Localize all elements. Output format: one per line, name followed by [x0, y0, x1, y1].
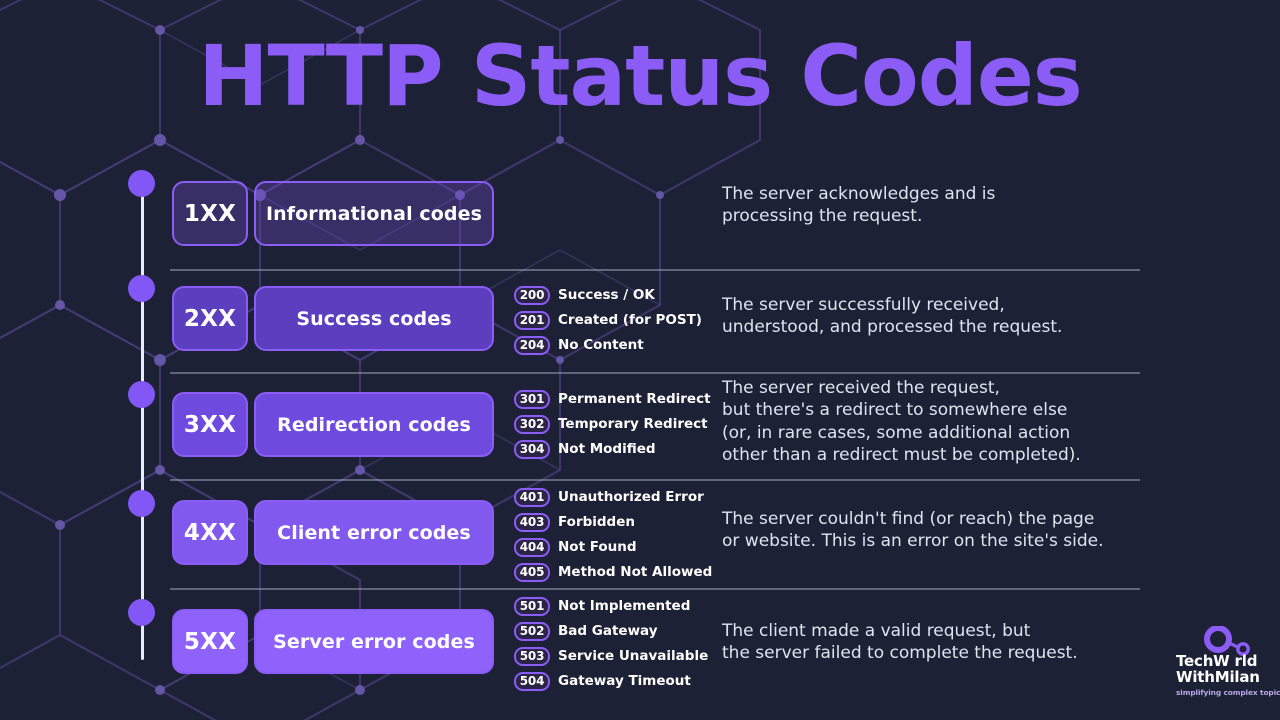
divider-2	[170, 372, 1140, 374]
chipgroup-5xx: 5XX Server error codes	[172, 609, 494, 674]
status-meaning-501: Not Implemented	[558, 598, 691, 614]
description-4xx: The server couldn't find (or reach) the …	[722, 509, 1104, 552]
status-pill-304: 304	[514, 439, 550, 459]
list-item[interactable]: 503 Service Unavailable	[514, 645, 708, 667]
status-meaning-302: Temporary Redirect	[558, 416, 708, 432]
codelist-3xx: 301 Permanent Redirect 302 Temporary Red…	[514, 388, 711, 460]
page-title: HTTP Status Codes	[198, 27, 1083, 125]
status-meaning-401: Unauthorized Error	[558, 489, 704, 505]
status-pill-405: 405	[514, 562, 550, 582]
status-meaning-405: Method Not Allowed	[558, 564, 713, 580]
status-pill-301: 301	[514, 389, 550, 409]
list-item[interactable]: 304 Not Modified	[514, 438, 711, 460]
divider-3	[170, 479, 1140, 481]
list-item[interactable]: 204 No Content	[514, 334, 702, 356]
codelist-2xx: 200 Success / OK 201 Created (for POST) …	[514, 284, 702, 356]
timeline-rail	[141, 182, 144, 660]
list-item[interactable]: 405 Method Not Allowed	[514, 561, 712, 583]
label-box-1xx[interactable]: Informational codes	[254, 181, 494, 246]
code-box-4xx[interactable]: 4XX	[172, 500, 248, 565]
description-5xx: The client made a valid request, but the…	[722, 621, 1078, 664]
status-pill-401: 401	[514, 487, 550, 507]
status-pill-502: 502	[514, 621, 550, 641]
list-item[interactable]: 504 Gateway Timeout	[514, 670, 708, 692]
timeline-dot-5	[128, 599, 155, 626]
code-box-3xx[interactable]: 3XX	[172, 392, 248, 457]
status-pill-503: 503	[514, 646, 550, 666]
timeline-dot-3	[128, 381, 155, 408]
status-meaning-502: Bad Gateway	[558, 623, 658, 639]
status-meaning-404: Not Found	[558, 539, 637, 555]
status-pill-201: 201	[514, 310, 550, 330]
description-2xx: The server successfully received, unders…	[722, 295, 1063, 338]
code-box-2xx[interactable]: 2XX	[172, 286, 248, 351]
divider-1	[170, 269, 1140, 271]
chipgroup-1xx: 1XX Informational codes	[172, 181, 494, 246]
description-1xx: The server acknowledges and is processin…	[722, 184, 996, 227]
list-item[interactable]: 200 Success / OK	[514, 284, 702, 306]
list-item[interactable]: 301 Permanent Redirect	[514, 388, 711, 410]
list-item[interactable]: 502 Bad Gateway	[514, 620, 708, 642]
status-pill-403: 403	[514, 512, 550, 532]
status-meaning-504: Gateway Timeout	[558, 673, 691, 689]
status-meaning-204: No Content	[558, 337, 644, 353]
status-meaning-200: Success / OK	[558, 287, 655, 303]
chipgroup-4xx: 4XX Client error codes	[172, 500, 494, 565]
logo-tagline: simplifying complex topics	[1176, 688, 1280, 697]
timeline	[128, 170, 158, 680]
status-pill-504: 504	[514, 671, 550, 691]
list-item[interactable]: 401 Unauthorized Error	[514, 486, 712, 508]
status-meaning-304: Not Modified	[558, 441, 656, 457]
status-meaning-503: Service Unavailable	[558, 648, 709, 664]
description-3xx: The server received the request, but the…	[722, 378, 1081, 466]
code-box-5xx[interactable]: 5XX	[172, 609, 248, 674]
list-item[interactable]: 501 Not Implemented	[514, 595, 708, 617]
code-box-1xx[interactable]: 1XX	[172, 181, 248, 246]
status-pill-501: 501	[514, 596, 550, 616]
codelist-4xx: 401 Unauthorized Error 403 Forbidden 404…	[514, 486, 712, 583]
list-item[interactable]: 302 Temporary Redirect	[514, 413, 711, 435]
logo-line-2: WithMilan	[1176, 667, 1260, 686]
chipgroup-3xx: 3XX Redirection codes	[172, 392, 494, 457]
brand-logo[interactable]: TechW rld WithMilan simplifying complex …	[1176, 626, 1280, 700]
list-item[interactable]: 403 Forbidden	[514, 511, 712, 533]
codelist-5xx: 501 Not Implemented 502 Bad Gateway 503 …	[514, 595, 708, 692]
label-box-2xx[interactable]: Success codes	[254, 286, 494, 351]
status-pill-404: 404	[514, 537, 550, 557]
status-pill-302: 302	[514, 414, 550, 434]
status-meaning-403: Forbidden	[558, 514, 635, 530]
logo-wordmark: TechW rld WithMilan	[1176, 653, 1272, 686]
status-pill-204: 204	[514, 335, 550, 355]
status-pill-200: 200	[514, 285, 550, 305]
timeline-dot-4	[128, 490, 155, 517]
chipgroup-2xx: 2XX Success codes	[172, 286, 494, 351]
timeline-dot-1	[128, 170, 155, 197]
label-box-4xx[interactable]: Client error codes	[254, 500, 494, 565]
divider-4	[170, 588, 1140, 590]
label-box-5xx[interactable]: Server error codes	[254, 609, 494, 674]
status-meaning-301: Permanent Redirect	[558, 391, 711, 407]
label-box-3xx[interactable]: Redirection codes	[254, 392, 494, 457]
timeline-dot-2	[128, 275, 155, 302]
list-item[interactable]: 201 Created (for POST)	[514, 309, 702, 331]
status-meaning-201: Created (for POST)	[558, 312, 702, 328]
list-item[interactable]: 404 Not Found	[514, 536, 712, 558]
